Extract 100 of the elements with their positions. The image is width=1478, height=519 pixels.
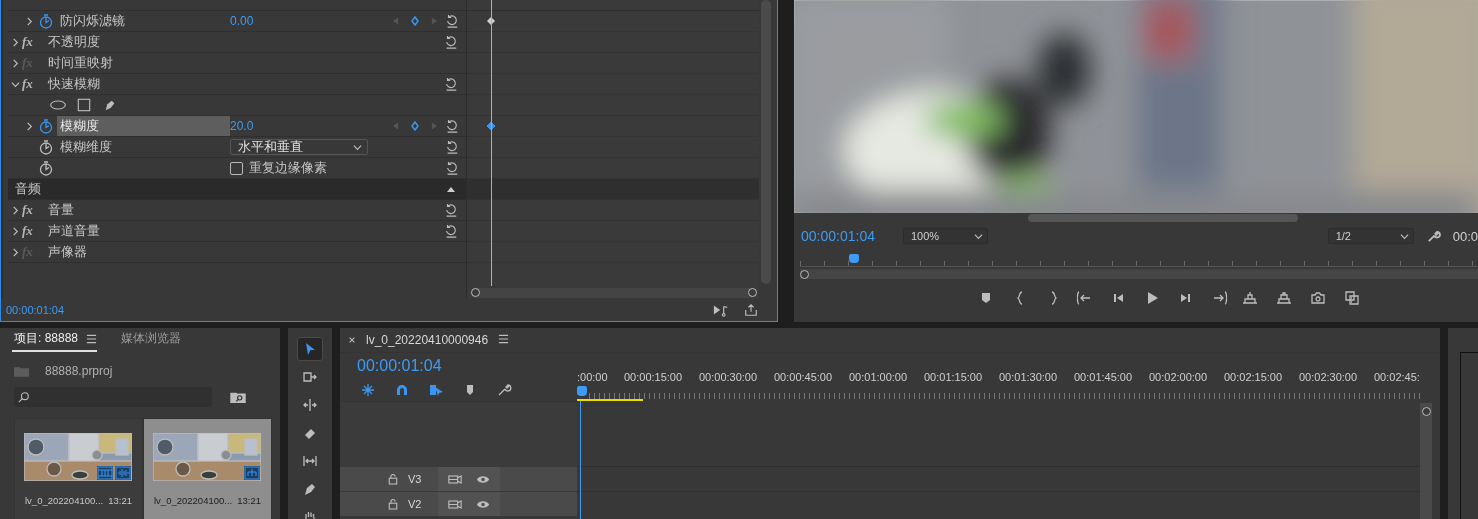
rectangle-mask-icon[interactable] xyxy=(75,98,93,112)
stopwatch-icon[interactable] xyxy=(38,118,54,134)
eye-icon[interactable] xyxy=(476,498,490,510)
stopwatch-icon[interactable] xyxy=(38,139,54,155)
eye-icon[interactable] xyxy=(476,473,490,485)
project-file-name: 88888.prproj xyxy=(45,364,113,378)
lock-icon[interactable] xyxy=(388,473,398,485)
chevron-icon[interactable] xyxy=(10,79,20,89)
dimension-dropdown[interactable]: 水平和垂直 xyxy=(230,139,368,155)
resolution-dropdown[interactable]: 1/2 xyxy=(1327,228,1414,244)
close-icon[interactable] xyxy=(348,336,356,344)
add-keyframe-icon[interactable] xyxy=(410,16,420,26)
horizontal-scrollbar[interactable] xyxy=(1028,214,1298,222)
magnet-icon[interactable] xyxy=(394,382,410,398)
menu-icon[interactable] xyxy=(498,333,510,344)
lock-icon[interactable] xyxy=(388,498,398,510)
property-name: 模糊度 xyxy=(57,116,230,136)
reset-icon[interactable] xyxy=(444,77,458,91)
section-header: 音频 xyxy=(15,180,42,198)
playhead-handle[interactable] xyxy=(849,254,860,263)
track-name[interactable]: V3 xyxy=(408,473,438,485)
lift-icon[interactable] xyxy=(1242,290,1258,306)
wrench-icon[interactable] xyxy=(496,382,512,398)
duration-timecode: 00:0 xyxy=(1452,228,1478,244)
clip-duration: 13:21 xyxy=(108,495,132,506)
effect-name: 时间重映射 xyxy=(48,54,114,72)
caret-icon xyxy=(974,231,983,241)
menu-icon[interactable] xyxy=(86,333,98,344)
extract-icon[interactable] xyxy=(1276,290,1292,306)
clip-tile[interactable]: lv_0_202204100... 13:21 xyxy=(143,418,272,519)
add-keyframe-icon[interactable] xyxy=(410,121,420,131)
stopwatch-icon[interactable] xyxy=(38,13,54,29)
wrench-icon[interactable] xyxy=(1425,228,1441,244)
reset-icon[interactable] xyxy=(444,224,458,238)
sequence-tab[interactable]: lv_0_20220410000946 xyxy=(366,333,489,347)
reset-icon[interactable] xyxy=(445,140,459,154)
reset-icon[interactable] xyxy=(445,14,459,28)
ruler-label: 00:01:15:00 xyxy=(924,371,984,385)
toggle-output-icon[interactable] xyxy=(448,498,462,510)
chevron-icon[interactable] xyxy=(10,226,20,236)
fx-toggle[interactable]: fx xyxy=(22,223,42,239)
fx-toggle[interactable]: fx xyxy=(22,34,42,50)
chevron-icon[interactable] xyxy=(10,247,20,257)
chevron-icon[interactable] xyxy=(24,121,34,131)
ruler-label: 00:01:00:00 xyxy=(849,371,909,385)
chevron-icon[interactable] xyxy=(10,58,20,68)
property-value[interactable]: 20.0 xyxy=(230,119,254,133)
track-name[interactable]: V2 xyxy=(408,498,438,510)
ellipse-mask-icon[interactable] xyxy=(49,98,67,112)
ruler-label: 00:01:30:00 xyxy=(999,371,1059,385)
go-to-in-icon[interactable] xyxy=(1076,290,1092,306)
filmstrip-icon[interactable] xyxy=(1344,290,1360,306)
fx-toggle[interactable]: fx xyxy=(22,76,42,92)
reset-icon[interactable] xyxy=(445,161,459,175)
timecode[interactable]: 00:00:01:04 xyxy=(801,228,903,244)
reset-icon[interactable] xyxy=(445,119,459,133)
property-value[interactable]: 0.00 xyxy=(230,14,254,28)
effect-name: 声像器 xyxy=(48,243,88,261)
horizontal-scrollbar[interactable] xyxy=(471,288,757,298)
camera-icon[interactable] xyxy=(1310,290,1326,306)
ruler-label: 00:02:00:00 xyxy=(1149,371,1209,385)
ruler-label: 00:02:30:00 xyxy=(1299,371,1359,385)
timecode[interactable]: 00:00:01:04 xyxy=(357,357,442,375)
panel-tab[interactable]: 项目: 88888 xyxy=(12,330,81,350)
linked-selection-icon[interactable] xyxy=(428,382,444,398)
vertical-scrollbar[interactable] xyxy=(1420,403,1432,519)
export-icon[interactable] xyxy=(743,302,759,317)
ruler-label: :00:00 xyxy=(577,371,609,385)
panel-tab[interactable]: 媒体浏览器 xyxy=(119,330,184,350)
nest-icon[interactable] xyxy=(360,382,376,398)
effect-name: 不透明度 xyxy=(48,33,101,51)
reset-icon[interactable] xyxy=(444,35,458,49)
ruler-label: 00:02:45: xyxy=(1374,371,1420,385)
timecode[interactable]: 00:00:01:04 xyxy=(6,303,699,316)
go-to-out-icon[interactable] xyxy=(1212,290,1228,306)
zoom-dropdown[interactable]: 100% xyxy=(903,228,988,244)
checkbox[interactable] xyxy=(230,161,243,175)
checkbox-label: 重复边缘像素 xyxy=(249,159,327,177)
pen-icon xyxy=(302,481,318,497)
search-icon xyxy=(18,391,30,403)
chevron-icon[interactable] xyxy=(10,37,20,47)
ruler-label: 00:00:15:00 xyxy=(624,371,684,385)
clip-tile[interactable]: lv_0_202204100... 13:21 xyxy=(14,418,143,519)
zoom-scrollbar[interactable] xyxy=(800,269,1478,279)
stopwatch-icon[interactable] xyxy=(38,160,54,176)
reset-icon[interactable] xyxy=(444,203,458,217)
ruler-label: 00:00:45:00 xyxy=(774,371,834,385)
toggle-output-icon[interactable] xyxy=(448,473,462,485)
folder-search-icon[interactable] xyxy=(230,391,246,403)
slip-icon xyxy=(302,453,318,469)
ruler-label: 00:02:15:00 xyxy=(1224,371,1284,385)
playhead-handle[interactable] xyxy=(577,386,587,396)
track-select-icon xyxy=(302,369,318,385)
clip-name: lv_0_202204100... xyxy=(25,495,104,506)
fx-toggle[interactable]: fx xyxy=(22,202,42,218)
caret-icon xyxy=(1399,231,1409,241)
tool-button[interactable] xyxy=(297,337,323,361)
search-field[interactable] xyxy=(14,387,212,407)
chevron-icon[interactable] xyxy=(10,205,20,215)
chevron-icon[interactable] xyxy=(24,16,34,26)
